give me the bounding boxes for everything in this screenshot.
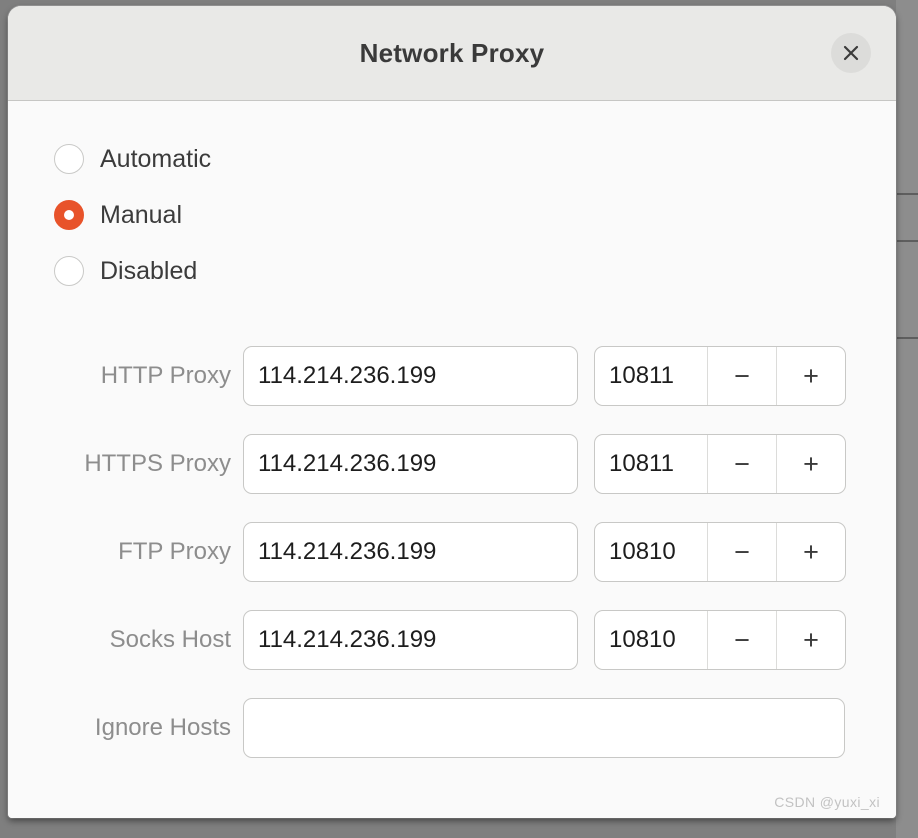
- field-row-socks-host: Socks Host 114.214.236.199 10810 − +: [8, 610, 896, 670]
- field-row-ignore-hosts: Ignore Hosts: [8, 698, 896, 758]
- socks-host-port-decrement-button[interactable]: −: [707, 611, 776, 669]
- http-proxy-port-decrement-button[interactable]: −: [707, 347, 776, 405]
- label-ftp-proxy: FTP Proxy: [118, 538, 231, 565]
- radio-indicator-manual[interactable]: [54, 200, 84, 230]
- background-window-strip: [896, 0, 918, 838]
- field-row-ftp-proxy: FTP Proxy 114.214.236.199 10810 − +: [8, 522, 896, 582]
- radio-option-automatic[interactable]: Automatic: [54, 139, 211, 179]
- ftp-proxy-port-increment-button[interactable]: +: [776, 523, 845, 581]
- spinner-https-proxy-port: 10811 − +: [594, 434, 846, 494]
- label-socks-host: Socks Host: [109, 626, 231, 653]
- background-window-divider: [896, 337, 918, 339]
- radio-label-manual: Manual: [100, 200, 182, 229]
- input-socks-host-port[interactable]: 10810: [595, 611, 707, 669]
- socks-host-port-increment-button[interactable]: +: [776, 611, 845, 669]
- label-https-proxy: HTTPS Proxy: [84, 450, 231, 477]
- input-ftp-proxy-host[interactable]: 114.214.236.199: [243, 522, 578, 582]
- radio-option-manual[interactable]: Manual: [54, 195, 211, 235]
- radio-option-disabled[interactable]: Disabled: [54, 251, 211, 291]
- input-http-proxy-port[interactable]: 10811: [595, 347, 707, 405]
- radio-label-automatic: Automatic: [100, 144, 212, 173]
- spinner-ftp-proxy-port: 10810 − +: [594, 522, 846, 582]
- network-proxy-dialog: Network Proxy Automatic Manual Disabled: [8, 6, 896, 818]
- label-ignore-hosts: Ignore Hosts: [94, 714, 231, 741]
- background-window-divider: [896, 240, 918, 242]
- spinner-socks-host-port: 10810 − +: [594, 610, 846, 670]
- dialog-content: Automatic Manual Disabled HTTP Proxy 114…: [8, 101, 896, 818]
- input-http-proxy-host[interactable]: 114.214.236.199: [243, 346, 578, 406]
- radio-label-disabled: Disabled: [100, 256, 198, 285]
- https-proxy-port-decrement-button[interactable]: −: [707, 435, 776, 493]
- field-row-http-proxy: HTTP Proxy 114.214.236.199 10811 − +: [8, 346, 896, 406]
- http-proxy-port-increment-button[interactable]: +: [776, 347, 845, 405]
- proxy-fields-form: HTTP Proxy 114.214.236.199 10811 − + HTT…: [8, 346, 896, 758]
- dialog-title: Network Proxy: [359, 37, 545, 68]
- close-button[interactable]: [831, 33, 871, 73]
- input-ignore-hosts[interactable]: [243, 698, 845, 758]
- watermark-text: CSDN @yuxi_xi: [774, 794, 880, 810]
- dialog-titlebar: Network Proxy: [8, 6, 896, 101]
- ftp-proxy-port-decrement-button[interactable]: −: [707, 523, 776, 581]
- radio-indicator-automatic[interactable]: [54, 144, 84, 174]
- radio-indicator-disabled[interactable]: [54, 256, 84, 286]
- close-icon: [843, 45, 859, 61]
- background-window-divider: [896, 193, 918, 195]
- field-row-https-proxy: HTTPS Proxy 114.214.236.199 10811 − +: [8, 434, 896, 494]
- input-https-proxy-port[interactable]: 10811: [595, 435, 707, 493]
- proxy-mode-radio-group: Automatic Manual Disabled: [54, 139, 211, 291]
- input-socks-host[interactable]: 114.214.236.199: [243, 610, 578, 670]
- input-https-proxy-host[interactable]: 114.214.236.199: [243, 434, 578, 494]
- input-ftp-proxy-port[interactable]: 10810: [595, 523, 707, 581]
- spinner-http-proxy-port: 10811 − +: [594, 346, 846, 406]
- label-http-proxy: HTTP Proxy: [100, 362, 231, 389]
- https-proxy-port-increment-button[interactable]: +: [776, 435, 845, 493]
